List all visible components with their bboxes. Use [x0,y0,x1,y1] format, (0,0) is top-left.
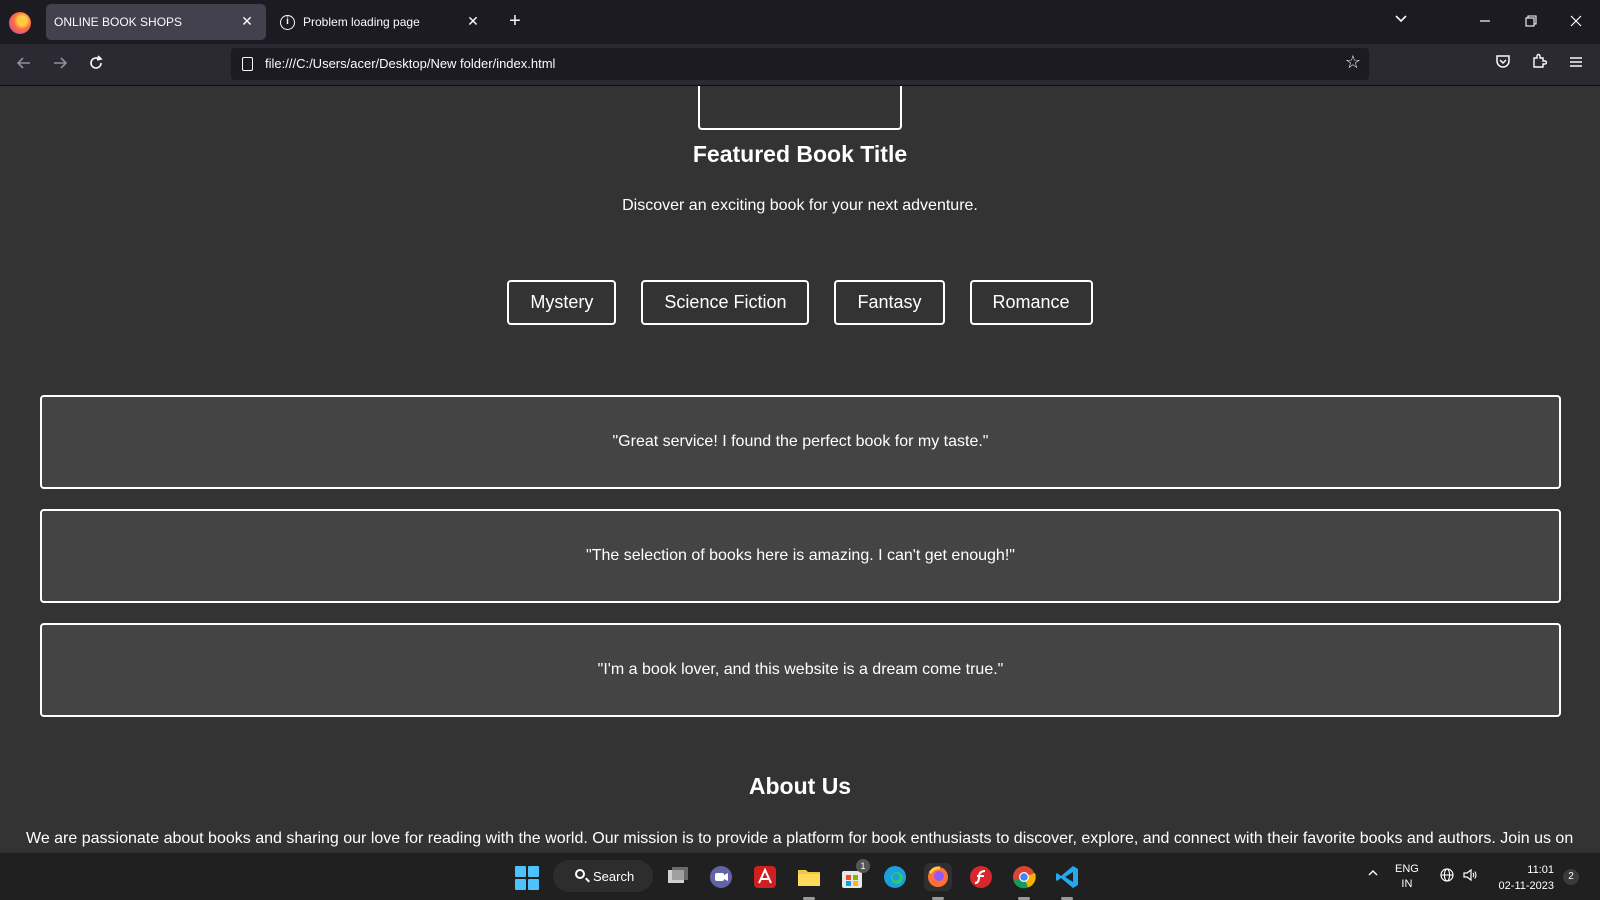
tab-online-book-shops[interactable]: ONLINE BOOK SHOPS ✕ [46,4,266,40]
about-us-text: We are passionate about books and sharin… [26,830,1574,847]
genre-button-science-fiction[interactable]: Science Fiction [641,280,810,325]
teams-chat-icon[interactable] [707,863,735,891]
testimonial-card: "I'm a book lover, and this website is a… [40,623,1561,717]
reload-icon[interactable] [83,53,109,79]
close-tab-icon[interactable]: ✕ [464,13,482,30]
taskbar-search-button[interactable]: Search [553,860,653,892]
genre-button-fantasy[interactable]: Fantasy [834,280,945,325]
notification-count-badge[interactable]: 2 [1563,869,1579,885]
page-icon [242,57,253,71]
address-bar[interactable]: file:///C:/Users/acer/Desktop/New folder… [231,48,1369,80]
about-us-heading: About Us [748,773,852,799]
bookmark-star-icon[interactable]: ☆ [1345,52,1361,73]
file-explorer-icon[interactable] [795,863,823,900]
featured-book-description: Discover an exciting book for your next … [622,197,978,214]
show-hidden-icons-chevron-icon[interactable] [1367,867,1379,882]
forward-icon[interactable] [47,53,73,79]
microsoft-store-icon[interactable]: 1 [838,859,870,891]
region-code: IN [1401,878,1413,890]
firefox-logo-icon[interactable] [9,12,31,34]
edge-icon[interactable] [881,863,909,891]
firefox-icon[interactable] [924,863,952,900]
flash-icon[interactable] [967,863,995,891]
navigation-toolbar: file:///C:/Users/acer/Desktop/New folder… [0,44,1600,86]
close-tab-icon[interactable]: ✕ [238,13,256,30]
minimize-icon[interactable] [1473,10,1497,34]
clock-date: 02-11-2023 [1498,880,1554,892]
back-icon[interactable] [11,53,37,79]
volume-icon[interactable] [1462,867,1478,886]
testimonial-card: "Great service! I found the perfect book… [40,395,1561,489]
testimonial-text: "The selection of books here is amazing.… [586,547,1015,564]
taskbar: Search 1 ENG IN 11:01 02-11-2023 2 [0,852,1600,900]
tab-problem-loading-page[interactable]: i Problem loading page ✕ [272,4,492,40]
extensions-icon[interactable] [1527,53,1551,77]
language-indicator[interactable]: ENG IN [1395,862,1419,892]
system-clock[interactable]: 11:01 02-11-2023 [1494,862,1554,894]
store-badge: 1 [856,859,870,873]
testimonial-text: "Great service! I found the perfect book… [612,433,989,450]
page-viewport[interactable]: Featured Book Title Discover an exciting… [0,86,1600,852]
clock-time: 11:01 [1527,864,1554,876]
tab-label: ONLINE BOOK SHOPS [54,15,183,29]
pocket-icon[interactable] [1491,53,1515,77]
language-code: ENG [1395,863,1419,875]
restore-icon[interactable] [1519,10,1543,34]
close-window-icon[interactable] [1564,10,1588,34]
tab-list-icon[interactable] [1392,12,1410,30]
testimonial-card: "The selection of books here is amazing.… [40,509,1561,603]
featured-book-image [698,86,902,130]
menu-icon[interactable] [1564,53,1588,77]
vscode-icon[interactable] [1053,863,1081,900]
taskbar-search-label: Search [593,868,635,884]
chrome-icon[interactable] [1010,863,1038,900]
new-tab-button[interactable]: + [504,10,526,33]
search-icon [575,869,585,879]
network-globe-icon[interactable] [1439,867,1455,886]
testimonials-section: "Great service! I found the perfect book… [40,395,1561,737]
genre-button-romance[interactable]: Romance [969,280,1093,325]
testimonial-text: "I'm a book lover, and this website is a… [597,661,1004,678]
genre-buttons: Mystery Science Fiction Fantasy Romance [0,280,1600,325]
windows-start-icon[interactable] [515,866,539,890]
tab-label: Problem loading page [303,15,420,29]
featured-book-title: Featured Book Title [692,141,908,167]
acrobat-icon[interactable] [751,863,779,891]
info-icon: i [280,14,295,30]
tab-bar: ONLINE BOOK SHOPS ✕ i Problem loading pa… [0,0,1600,44]
genre-button-mystery[interactable]: Mystery [507,280,617,325]
task-view-icon[interactable] [664,863,692,891]
url-text[interactable]: file:///C:/Users/acer/Desktop/New folder… [265,56,555,71]
